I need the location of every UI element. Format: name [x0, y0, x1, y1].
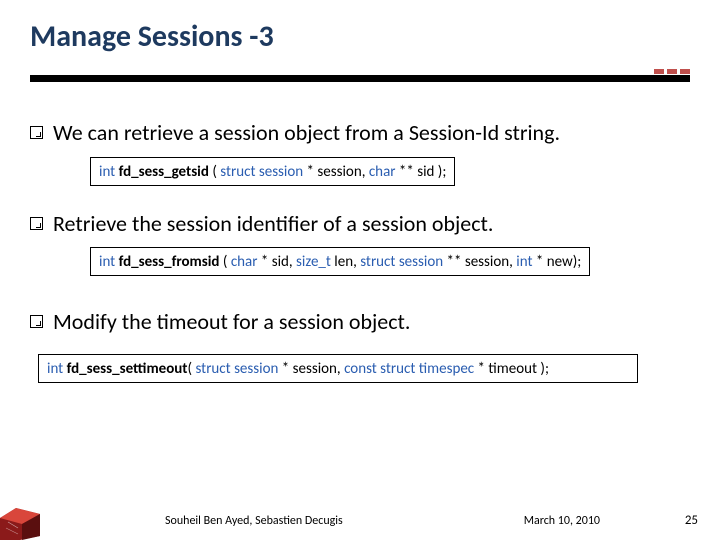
slide-title: Manage Sessions -3 — [30, 18, 690, 55]
corner-cube-icon — [0, 508, 54, 540]
divider-bar — [30, 75, 690, 82]
slide: Manage Sessions -3 We can retrieve a ses… — [0, 0, 720, 540]
code-box: int fd_sess_settimeout( struct session *… — [38, 354, 638, 383]
title-rule — [30, 69, 690, 87]
bullet-item: Modify the timeout for a session object. — [30, 308, 690, 336]
tick-icon — [654, 69, 664, 74]
tick-icon — [680, 69, 690, 74]
bullet-item: Retrieve the session identifier of a ses… — [30, 210, 690, 238]
footer: Souheil Ben Ayed, Sebastien Decugis Marc… — [0, 498, 720, 528]
footer-date: March 10, 2010 — [524, 514, 600, 528]
checkbox-icon — [30, 315, 43, 328]
bullet-text: Modify the timeout for a session object. — [53, 308, 410, 336]
code-line: int fd_sess_fromsid ( char * sid, size_t… — [99, 253, 581, 271]
page-number: 25 — [685, 513, 698, 528]
code-line: int fd_sess_getsid ( struct session * se… — [99, 163, 446, 181]
accent-ticks — [654, 69, 690, 74]
code-box: int fd_sess_getsid ( struct session * se… — [90, 157, 455, 186]
checkbox-icon — [30, 217, 43, 230]
body-region: We can retrieve a session object from a … — [0, 87, 720, 383]
footer-authors: Souheil Ben Ayed, Sebastien Decugis — [165, 514, 343, 528]
title-region: Manage Sessions -3 — [0, 0, 720, 63]
checkbox-icon — [30, 126, 43, 139]
bullet-text: We can retrieve a session object from a … — [53, 119, 560, 147]
tick-icon — [667, 69, 677, 74]
code-box: int fd_sess_fromsid ( char * sid, size_t… — [90, 247, 590, 276]
code-line: int fd_sess_settimeout( struct session *… — [47, 360, 549, 378]
bullet-text: Retrieve the session identifier of a ses… — [53, 210, 493, 238]
bullet-item: We can retrieve a session object from a … — [30, 119, 690, 147]
